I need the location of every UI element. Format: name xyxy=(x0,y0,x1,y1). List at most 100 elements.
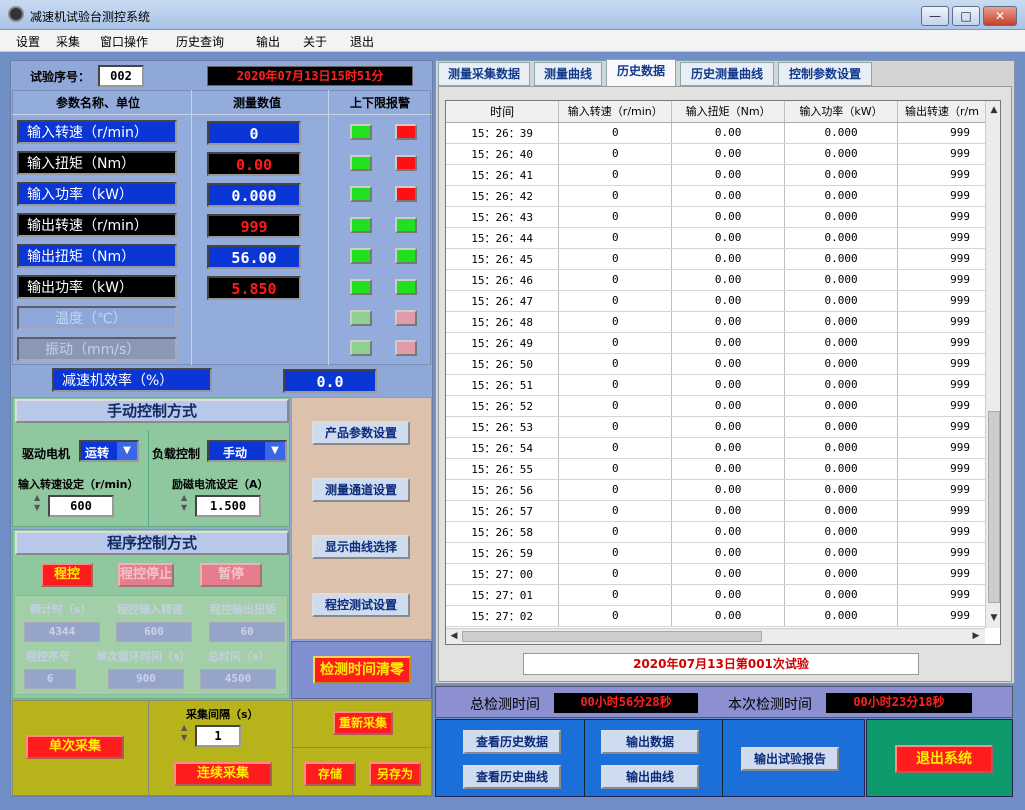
table-row[interactable]: 15：27：02 0 0.00 0.000 999 xyxy=(446,605,988,627)
scroll-up-icon[interactable]: ▲ xyxy=(987,102,1000,118)
table-row[interactable]: 15：26：52 0 0.00 0.000 999 xyxy=(446,395,988,417)
table-row[interactable]: 15：26：48 0 0.00 0.000 999 xyxy=(446,311,988,333)
table-cell: 15：27：00 xyxy=(446,563,560,585)
interval-input[interactable]: 1 xyxy=(195,725,241,747)
table-row[interactable]: 15：26：53 0 0.00 0.000 999 xyxy=(446,416,988,438)
table-cell: 999 xyxy=(897,206,988,228)
view-history-curve-button[interactable]: 查看历史曲线 xyxy=(463,765,561,789)
load-control-select[interactable]: 手动 ▼ xyxy=(207,440,287,462)
alarm-led-upper xyxy=(350,155,372,171)
program-stop-button[interactable]: 程控停止 xyxy=(118,563,174,587)
clear-time-button[interactable]: 检测时间清零 xyxy=(313,656,411,684)
table-row[interactable]: 15：26：39 0 0.00 0.000 999 xyxy=(446,122,988,144)
table-row[interactable]: 15：26：42 0 0.00 0.000 999 xyxy=(446,185,988,207)
table-cell: 15：26：43 xyxy=(446,206,560,228)
menu-about[interactable]: 关于 xyxy=(303,33,327,50)
reacquire-button[interactable]: 重新采集 xyxy=(333,711,393,735)
table-row[interactable]: 15：26：44 0 0.00 0.000 999 xyxy=(446,227,988,249)
tab-history-curve[interactable]: 历史测量曲线 xyxy=(680,62,774,86)
scroll-down-icon[interactable]: ▼ xyxy=(987,610,1000,626)
table-cell: 0.000 xyxy=(784,206,898,228)
spin-arrows-icon[interactable]: ▲ ▼ xyxy=(181,493,191,517)
close-button[interactable]: ✕ xyxy=(983,6,1017,26)
param-label-input-speed: 输入转速（r/min） xyxy=(17,120,177,144)
table-row[interactable]: 15：26：50 0 0.00 0.000 999 xyxy=(446,353,988,375)
table-cell: 999 xyxy=(897,269,988,291)
menu-settings[interactable]: 设置 xyxy=(16,33,40,50)
data-grid[interactable]: 时间 输入转速（r/min） 输入扭矩（Nm） 输入功率（kW） 输出转速（r/… xyxy=(445,100,1001,645)
alarm-led-upper xyxy=(350,310,372,326)
table-row[interactable]: 15：26：43 0 0.00 0.000 999 xyxy=(446,206,988,228)
program-test-settings-button[interactable]: 程控测试设置 xyxy=(312,593,410,617)
drive-motor-select[interactable]: 运转 ▼ xyxy=(79,440,139,462)
chevron-down-icon: ▼ xyxy=(117,442,137,460)
table-row[interactable]: 15：26：45 0 0.00 0.000 999 xyxy=(446,248,988,270)
table-cell: 0 xyxy=(558,227,673,249)
save-as-button[interactable]: 另存为 xyxy=(369,762,421,786)
horizontal-scrollbar[interactable]: ◀ ▶ xyxy=(446,628,985,644)
exit-system-button[interactable]: 退出系统 xyxy=(895,745,993,773)
pause-button[interactable]: 暂停 xyxy=(200,563,262,587)
view-history-data-button[interactable]: 查看历史数据 xyxy=(463,730,561,754)
table-cell: 0.000 xyxy=(784,227,898,249)
program-start-button[interactable]: 程控 xyxy=(41,563,93,587)
table-cell: 999 xyxy=(897,353,988,375)
tab-measured-curve[interactable]: 测量曲线 xyxy=(534,62,602,86)
table-row[interactable]: 15：26：54 0 0.00 0.000 999 xyxy=(446,437,988,459)
table-row[interactable]: 15：26：58 0 0.00 0.000 999 xyxy=(446,521,988,543)
tab-history-data[interactable]: 历史数据 xyxy=(606,59,676,87)
table-cell: 0.00 xyxy=(671,164,786,186)
menu-exit[interactable]: 退出 xyxy=(350,33,374,50)
product-params-button[interactable]: 产品参数设置 xyxy=(312,421,410,445)
table-row[interactable]: 15：26：47 0 0.00 0.000 999 xyxy=(446,290,988,312)
table-row[interactable]: 15：27：00 0 0.00 0.000 999 xyxy=(446,563,988,585)
save-button[interactable]: 存储 xyxy=(304,762,356,786)
scroll-thumb[interactable] xyxy=(988,411,1000,603)
table-row[interactable]: 15：26：55 0 0.00 0.000 999 xyxy=(446,458,988,480)
scroll-left-icon[interactable]: ◀ xyxy=(447,629,461,644)
scroll-right-icon[interactable]: ▶ xyxy=(969,629,983,644)
app-icon xyxy=(8,6,24,22)
spin-arrows-icon[interactable]: ▲ ▼ xyxy=(34,493,44,517)
vertical-scrollbar[interactable]: ▲ ▼ xyxy=(985,101,1000,628)
table-row[interactable]: 15：26：41 0 0.00 0.000 999 xyxy=(446,164,988,186)
menu-output[interactable]: 输出 xyxy=(256,33,280,50)
table-cell: 15：26：50 xyxy=(446,353,560,375)
table-row[interactable]: 15：27：01 0 0.00 0.000 999 xyxy=(446,584,988,606)
menu-window[interactable]: 窗口操作 xyxy=(100,33,148,50)
spin-arrows-icon[interactable]: ▲ ▼ xyxy=(181,723,191,747)
maximize-button[interactable]: □ xyxy=(952,6,980,26)
test-caption: 2020年07月13日第001次试验 xyxy=(523,653,919,675)
export-data-button[interactable]: 输出数据 xyxy=(601,730,699,754)
table-row[interactable]: 15：26：59 0 0.00 0.000 999 xyxy=(446,542,988,564)
tab-measured-data[interactable]: 测量采集数据 xyxy=(438,62,530,86)
scroll-hthumb[interactable] xyxy=(462,631,762,642)
table-cell: 999 xyxy=(897,311,988,333)
continuous-acquire-button[interactable]: 连续采集 xyxy=(174,762,272,786)
table-row[interactable]: 15：26：46 0 0.00 0.000 999 xyxy=(446,269,988,291)
table-cell: 15：26：45 xyxy=(446,248,560,270)
table-row[interactable]: 15：26：49 0 0.00 0.000 999 xyxy=(446,332,988,354)
table-row[interactable]: 15：26：57 0 0.00 0.000 999 xyxy=(446,500,988,522)
minimize-button[interactable]: — xyxy=(921,6,949,26)
program-output-torque-value: 60 xyxy=(209,622,285,642)
channel-settings-button[interactable]: 测量通道设置 xyxy=(312,478,410,502)
export-curve-button[interactable]: 输出曲线 xyxy=(601,765,699,789)
table-row[interactable]: 15：26：51 0 0.00 0.000 999 xyxy=(446,374,988,396)
table-row[interactable]: 15：26：40 0 0.00 0.000 999 xyxy=(446,143,988,165)
table-cell: 0.00 xyxy=(671,500,786,522)
tab-control-params[interactable]: 控制参数设置 xyxy=(778,62,872,86)
table-cell: 0 xyxy=(558,332,673,354)
load-control-label: 负载控制 xyxy=(152,447,201,461)
acq-divider xyxy=(292,747,432,748)
table-row[interactable]: 15：26：56 0 0.00 0.000 999 xyxy=(446,479,988,501)
menu-acquire[interactable]: 采集 xyxy=(56,33,80,50)
speed-setting-input[interactable]: 600 xyxy=(48,495,114,517)
menu-history[interactable]: 历史查询 xyxy=(176,33,224,50)
curve-select-button[interactable]: 显示曲线选择 xyxy=(312,535,410,559)
current-setting-input[interactable]: 1.500 xyxy=(195,495,261,517)
table-cell: 0.00 xyxy=(671,290,786,312)
table-cell: 0.000 xyxy=(784,395,898,417)
export-report-button[interactable]: 输出试验报告 xyxy=(741,747,839,771)
single-acquire-button[interactable]: 单次采集 xyxy=(26,735,124,759)
